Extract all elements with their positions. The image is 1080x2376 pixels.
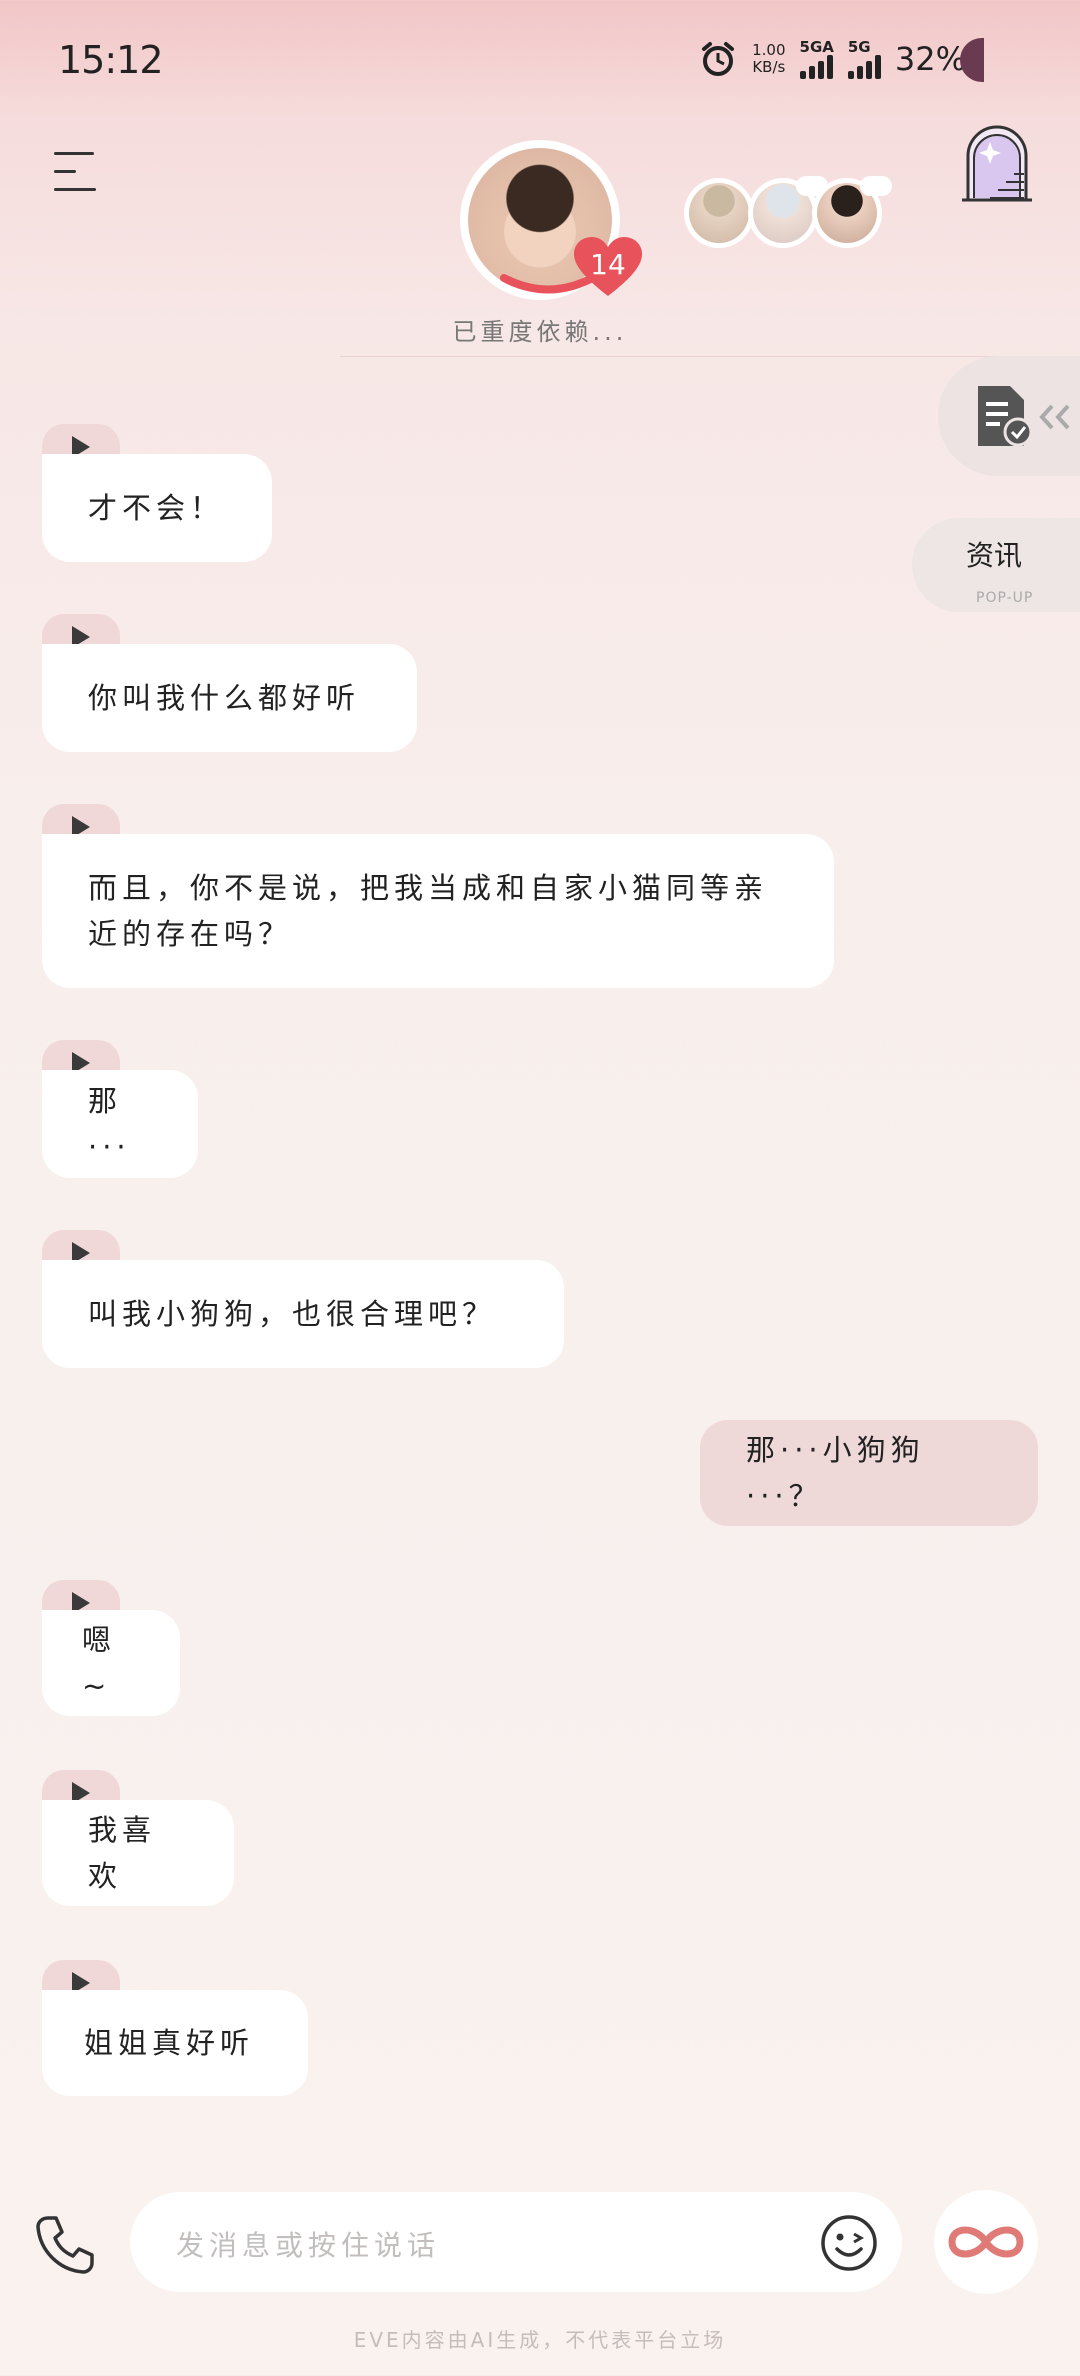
sim2-signal: 5G — [847, 37, 881, 79]
character-avatar-1[interactable] — [684, 178, 754, 248]
other-characters[interactable] — [684, 176, 892, 248]
typing-bubble — [860, 176, 892, 196]
relationship-status: 已重度依赖... — [452, 318, 628, 346]
loop-mode-button[interactable] — [934, 2190, 1038, 2294]
message-bubble: 叫我小狗狗，也很合理吧？ — [42, 1260, 564, 1368]
message-text: 嗯~ — [82, 1623, 117, 1703]
menu-icon[interactable] — [54, 150, 102, 192]
message-bubble: 而且，你不是说，把我当成和自家小猫同等亲近的存在吗？ — [42, 834, 834, 988]
message-bubble: 你叫我什么都好听 — [42, 644, 417, 752]
ai-disclaimer: EVE内容由AI生成，不代表平台立场 — [353, 2328, 727, 2352]
emoji-icon[interactable] — [820, 2214, 878, 2272]
status-icons: 1.00 KB/s 5GA 5G 32% — [698, 34, 966, 84]
network-speed-unit: KB/s — [752, 58, 786, 76]
message-input-placeholder[interactable]: 发消息或按住说话 — [176, 2224, 440, 2264]
alarm-icon — [702, 42, 735, 76]
message-text: 你叫我什么都好听 — [88, 681, 361, 715]
message-text: 我喜欢 — [88, 1813, 157, 1893]
message-text: 叫我小狗狗，也很合理吧？ — [88, 1297, 497, 1331]
header-divider — [340, 356, 1080, 357]
intimacy-badge[interactable]: 14 — [572, 236, 644, 298]
sim2-label: 5G — [847, 37, 871, 56]
character-avatar-2[interactable] — [748, 176, 828, 248]
message-text: 那··· — [88, 1084, 131, 1164]
infinity-icon — [948, 2226, 1024, 2258]
sim1-label: 5GA — [799, 37, 834, 56]
message-text: 才不会！ — [88, 491, 225, 525]
message-text: 那···小狗狗···？ — [746, 1433, 925, 1513]
task-widget[interactable] — [938, 356, 1080, 476]
phone-icon[interactable] — [34, 2214, 96, 2276]
network-speed-value: 1.00 — [752, 41, 786, 59]
news-sub-label: POP-UP — [976, 590, 1034, 606]
message-bubble: 才不会！ — [42, 454, 272, 562]
intimacy-level: 14 — [590, 248, 626, 281]
collapse-arrows-icon — [1039, 404, 1070, 430]
tower-icon[interactable] — [960, 120, 1034, 204]
sim1-signal: 5GA — [799, 37, 834, 79]
task-doc-icon — [978, 386, 1033, 447]
news-label[interactable]: 资讯 — [966, 534, 1022, 574]
message-bubble: 嗯~ — [42, 1610, 180, 1716]
battery-level: 32% — [894, 40, 966, 78]
my-message-bubble: 那···小狗狗···？ — [700, 1420, 1038, 1526]
message-text: 姐姐真好听 — [84, 2026, 255, 2060]
message-text: 而且，你不是说，把我当成和自家小猫同等亲近的存在吗？ — [88, 871, 769, 951]
character-avatar-3[interactable] — [812, 176, 892, 248]
network-speed: 1.00 KB/s — [752, 42, 785, 76]
message-bubble: 那··· — [42, 1070, 198, 1178]
status-time: 15:12 — [58, 38, 164, 82]
message-bubble: 我喜欢 — [42, 1800, 234, 1906]
message-bubble: 姐姐真好听 — [42, 1990, 308, 2096]
